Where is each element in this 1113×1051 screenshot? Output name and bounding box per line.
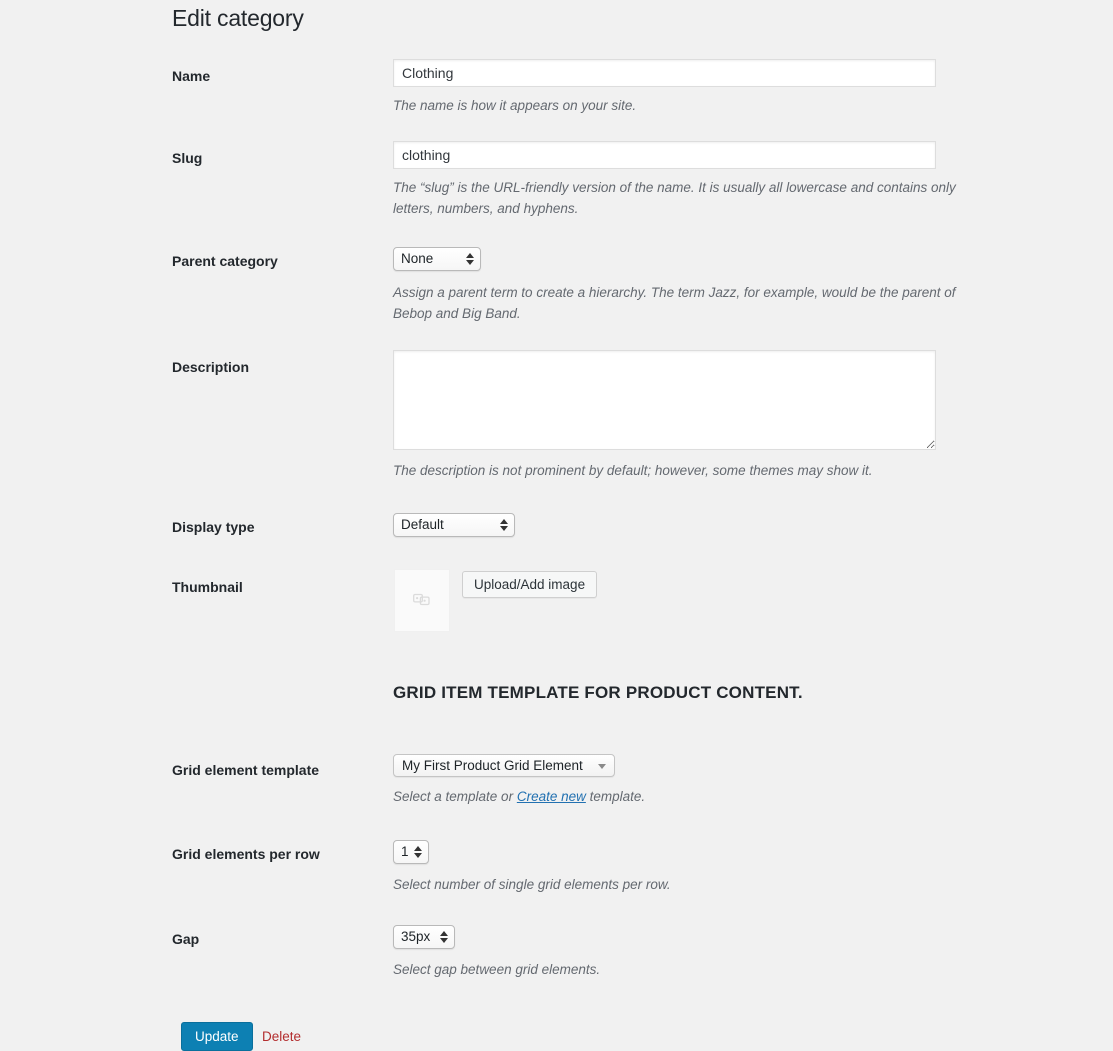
display-type-value: Default [401, 517, 444, 532]
grid-element-template-description-suffix: template. [585, 789, 646, 804]
grid-elements-per-row-value: 1 [401, 844, 409, 859]
stepper-arrows-icon [466, 252, 474, 266]
parent-category-description: Assign a parent term to create a hierarc… [393, 285, 956, 321]
create-new-template-link[interactable]: Create new [517, 789, 586, 804]
name-label: Name [172, 68, 211, 84]
grid-elements-per-row-description: Select number of single grid elements pe… [393, 877, 671, 892]
thumbnail-preview [394, 569, 450, 632]
stepper-arrows-icon [440, 930, 448, 944]
name-input[interactable] [393, 59, 936, 87]
name-description: The name is how it appears on your site. [393, 98, 637, 113]
update-button[interactable]: Update [181, 1022, 253, 1051]
gap-description: Select gap between grid elements. [393, 962, 601, 977]
gap-value: 35px [401, 929, 431, 944]
description-textarea[interactable] [393, 350, 936, 450]
grid-element-template-value: My First Product Grid Element [402, 758, 583, 773]
slug-input[interactable] [393, 141, 936, 169]
section-heading-grid-item-template: Grid item template for product content. [393, 683, 803, 702]
grid-elements-per-row-select[interactable]: 1 [393, 840, 429, 864]
description-helptext: The description is not prominent by defa… [393, 463, 873, 478]
grid-element-template-label: Grid element template [172, 762, 320, 778]
parent-category-select[interactable]: None [393, 247, 481, 271]
grid-element-template-description: Select a template or Create new template… [393, 786, 645, 807]
broken-image-icon [413, 591, 431, 610]
chevron-down-icon [598, 763, 606, 769]
description-label: Description [172, 359, 250, 375]
display-type-select[interactable]: Default [393, 513, 515, 537]
delete-link[interactable]: Delete [262, 1022, 301, 1051]
gap-label: Gap [172, 931, 200, 947]
slug-description: The “slug” is the URL-friendly version o… [393, 180, 956, 216]
stepper-arrows-icon [500, 518, 508, 532]
page-title: Edit category [172, 5, 304, 31]
slug-label: Slug [172, 150, 203, 166]
grid-element-template-description-prefix: Select a template or [393, 789, 517, 804]
edit-category-page: Edit category Name The name is how it ap… [0, 0, 1113, 1051]
parent-category-label: Parent category [172, 253, 278, 269]
grid-element-template-select[interactable]: My First Product Grid Element [393, 754, 615, 777]
parent-category-value: None [401, 251, 434, 266]
gap-select[interactable]: 35px [393, 925, 455, 949]
thumbnail-label: Thumbnail [172, 579, 243, 595]
grid-elements-per-row-label: Grid elements per row [172, 846, 320, 862]
display-type-label: Display type [172, 519, 255, 535]
stepper-arrows-icon [414, 845, 422, 859]
upload-add-image-button[interactable]: Upload/Add image [462, 571, 598, 598]
